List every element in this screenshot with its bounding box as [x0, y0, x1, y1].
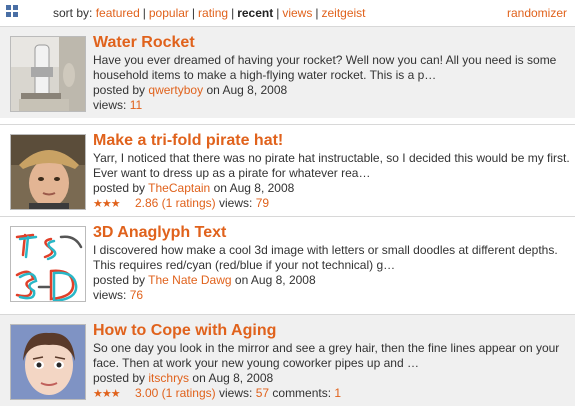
item-posted-by: posted by qwertyboy on Aug 8, 2008	[93, 83, 288, 97]
pirate-hat-thumbnail[interactable]	[10, 134, 86, 210]
views-count: 76	[129, 288, 144, 302]
item-stats: ★★★ 2.86 (1 ratings) views: 79	[93, 196, 270, 210]
item-description: Yarr, I noticed that there was no pirate…	[93, 151, 570, 180]
rating-stars-icon: ★★★	[93, 388, 121, 400]
author-link[interactable]: TheCaptain	[148, 181, 210, 195]
item-date: Aug 8, 2008	[208, 371, 274, 385]
grid-view-icon[interactable]	[6, 5, 19, 19]
sort-featured[interactable]: featured	[96, 6, 140, 20]
item-date: Aug 8, 2008	[250, 273, 316, 287]
item-posted-by: posted by TheCaptain on Aug 8, 2008	[93, 181, 295, 195]
aging-thumbnail[interactable]	[10, 324, 86, 400]
sort-label: sort by:	[53, 6, 93, 20]
author-link[interactable]: The Nate Dawg	[148, 273, 231, 287]
sort-views[interactable]: views	[282, 6, 312, 20]
views-count: 11	[129, 98, 143, 112]
item-title[interactable]: How to Cope with Aging	[93, 321, 571, 340]
list-item: How to Cope with Aging So one day you lo…	[0, 314, 575, 406]
item-date: Aug 8, 2008	[222, 83, 288, 97]
item-stats: views: 76	[93, 288, 144, 302]
item-description: Have you ever dreamed of having your roc…	[93, 53, 557, 82]
item-title[interactable]: 3D Anaglyph Text	[93, 223, 571, 242]
sort-toolbar: sort by: featured | popular | rating | recent |…	[0, 0, 575, 39]
rating-stars-icon: ★★★	[93, 198, 121, 210]
randomizer-link[interactable]: randomizer	[507, 6, 567, 20]
list-item: 3D Anaglyph Text I discovered how make a…	[0, 216, 575, 308]
item-posted-by: posted by The Nate Dawg on Aug 8, 2008	[93, 273, 316, 287]
item-date: Aug 8, 2008	[229, 181, 295, 195]
list-item: Make a tri-fold pirate hat! Yarr, I noti…	[0, 124, 575, 216]
rating-value: 2.86 (1 ratings)	[134, 196, 216, 210]
sort-options: sort by: featured | popular | rating | recent |…	[53, 6, 366, 20]
item-title[interactable]: Water Rocket	[93, 33, 571, 52]
item-posted-by: posted by itschrys on Aug 8, 2008	[93, 371, 274, 385]
sort-popular[interactable]: popular	[149, 6, 189, 20]
list-item: Water Rocket Have you ever dreamed of ha…	[0, 26, 575, 118]
author-link[interactable]: itschrys	[148, 371, 189, 385]
sort-zeitgeist[interactable]: zeitgeist	[321, 6, 365, 20]
comments-count[interactable]: 1	[334, 386, 341, 400]
author-link[interactable]: qwertyboy	[148, 83, 203, 97]
item-title[interactable]: Make a tri-fold pirate hat!	[93, 131, 571, 150]
item-stats: views: 11	[93, 98, 143, 112]
item-description: So one day you look in the mirror and se…	[93, 341, 560, 370]
item-stats: ★★★ 3.00 (1 ratings) views: 57 comments:…	[93, 386, 342, 400]
anaglyph-thumbnail[interactable]	[10, 226, 86, 302]
water-rocket-thumbnail[interactable]	[10, 36, 86, 112]
item-description: I discovered how make a cool 3d image wi…	[93, 243, 558, 272]
views-count: 57	[255, 386, 270, 400]
sort-recent[interactable]: recent	[237, 6, 273, 20]
views-count: 79	[255, 196, 270, 210]
sort-rating[interactable]: rating	[198, 6, 228, 20]
rating-value: 3.00 (1 ratings)	[134, 386, 216, 400]
